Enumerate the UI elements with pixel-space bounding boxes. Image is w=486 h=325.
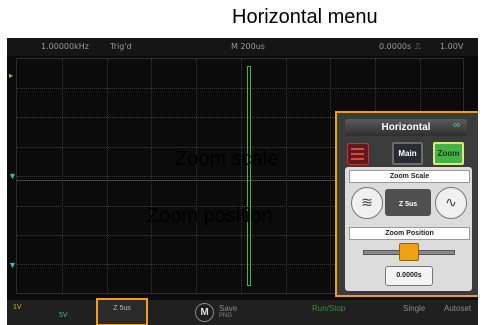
save-button[interactable]: Save: [219, 304, 237, 313]
zoom-scale-label: Zoom Scale: [349, 170, 470, 183]
bottom-bar: 1V 5V Z 5us M Save PNG Run/Stop Single A…: [7, 298, 478, 325]
menu-title: Horizontal: [345, 119, 467, 136]
zoom-scale-increase-button[interactable]: ∿: [435, 187, 467, 219]
list-button[interactable]: [347, 143, 369, 165]
ch2-ground-marker-icon[interactable]: ▼: [8, 260, 17, 270]
timebase-readout: M 200us: [231, 42, 265, 51]
trigger-edge-icon: ⎍: [415, 42, 421, 51]
zoom-window-marker[interactable]: [244, 58, 254, 298]
horizontal-menu: Horizontal ∞ Main Zoom Zoom Scale ≋ Z 5u…: [335, 111, 478, 297]
autoset-button[interactable]: Autoset: [444, 304, 471, 313]
run-stop-button[interactable]: Run/Stop: [312, 304, 345, 313]
ch2-scale[interactable]: 5V: [59, 312, 68, 319]
tab-main[interactable]: Main: [392, 142, 423, 165]
tab-zoom[interactable]: Zoom: [433, 142, 464, 165]
expand-wave-icon: ∿: [445, 195, 457, 211]
zoom-position-value-button[interactable]: 0.0000s: [385, 266, 433, 286]
ch2-marker-icon[interactable]: ▼: [8, 171, 17, 181]
zoom-scale-value-box[interactable]: Z 5us: [385, 189, 431, 216]
zoom-scale-decrease-button[interactable]: ≋: [351, 187, 383, 219]
frequency-readout: 1.00000kHz: [41, 42, 89, 51]
oscilloscope-screen: 1.00000kHz Trig'd M 200us 0.0000s ⎍ 1.00…: [7, 38, 478, 325]
ch1-scale[interactable]: 1V: [13, 304, 22, 311]
timebase-label: Z 5us: [113, 305, 131, 312]
save-format: PNG: [219, 313, 233, 319]
zoom-scale-control[interactable]: ≋ Z 5us ∿: [349, 185, 468, 221]
zoom-position-label: Zoom Position: [349, 227, 470, 240]
link-icon: ∞: [453, 120, 461, 131]
zoom-position-thumb[interactable]: [399, 243, 419, 261]
zoom-panel: Zoom Scale ≋ Z 5us ∿ Zoom Position 0.000…: [345, 167, 472, 291]
timebase-softkey[interactable]: Z 5us: [96, 298, 148, 325]
trigger-status: Trig'd: [110, 42, 132, 51]
zoom-scale-value: Z 5us: [398, 201, 418, 208]
zoom-position-slider[interactable]: [349, 241, 468, 261]
compress-wave-icon: ≋: [361, 195, 373, 211]
caption-horizontal-menu: Horizontal menu: [232, 6, 378, 28]
caption-zoom-position: Zoom position: [147, 205, 273, 227]
math-button[interactable]: M: [195, 303, 214, 322]
single-button[interactable]: Single: [403, 304, 425, 313]
caption-zoom-scale: Zoom scale: [175, 148, 279, 170]
status-bar: 1.00000kHz Trig'd M 200us 0.0000s ⎍ 1.00…: [7, 38, 478, 56]
trigger-position-readout: 0.0000s: [379, 42, 412, 51]
trigger-level-readout: 1.00V: [440, 42, 464, 51]
ch1-marker-icon[interactable]: ▸: [9, 71, 13, 80]
